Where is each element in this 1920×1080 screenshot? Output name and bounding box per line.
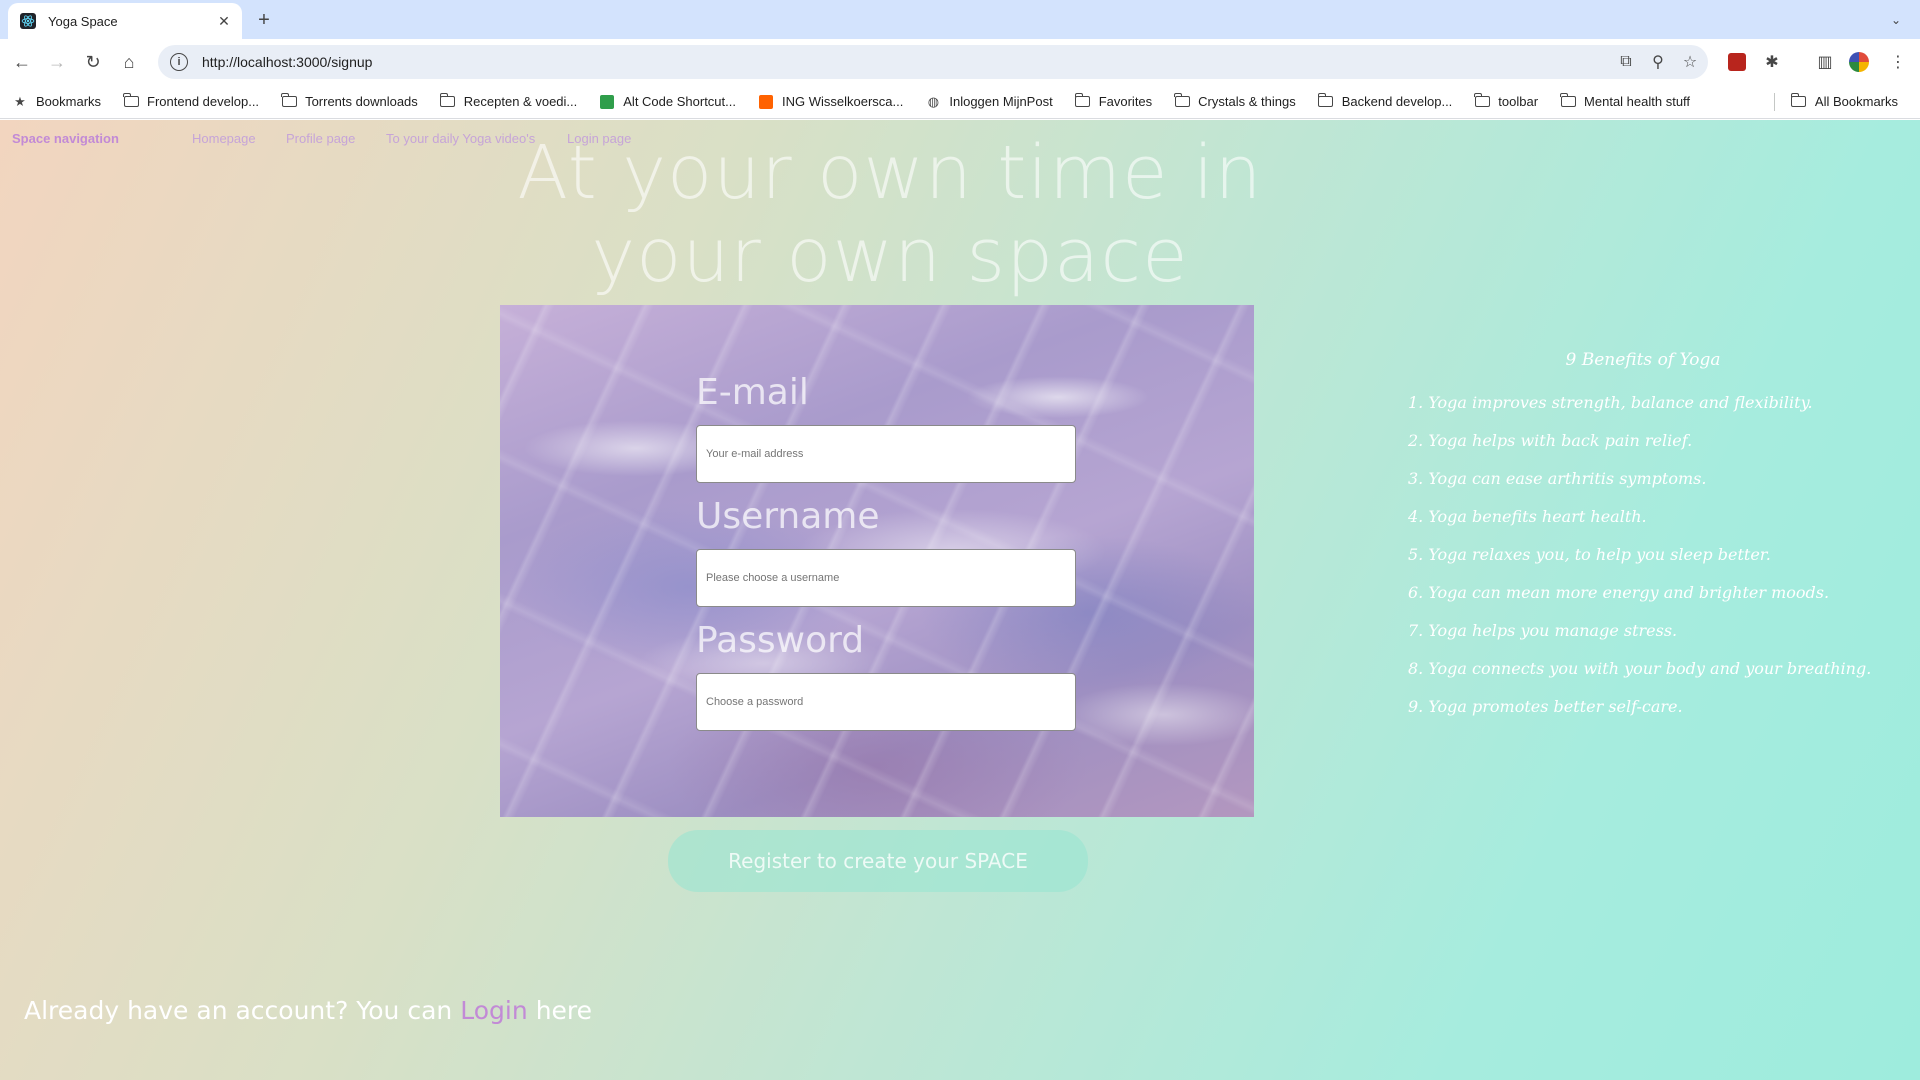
folder-icon <box>1074 93 1091 110</box>
chevron-down-icon[interactable]: ⌄ <box>1884 8 1908 32</box>
bookmark-item[interactable]: Crystals & things <box>1174 93 1296 110</box>
list-item: 5. Yoga relaxes you, to help you sleep b… <box>1408 545 1771 564</box>
tab-title: Yoga Space <box>48 13 118 29</box>
nav-brand[interactable]: Space navigation <box>12 131 119 146</box>
site-icon <box>758 94 774 110</box>
bookmark-item[interactable]: Frontend develop... <box>122 93 259 110</box>
page-viewport: Space navigation Homepage Profile page T… <box>0 120 1920 1080</box>
list-item: 6. Yoga can mean more energy and brighte… <box>1408 583 1830 602</box>
tab-strip: Yoga Space ✕ + ⌄ <box>0 0 1920 39</box>
reload-icon[interactable]: ↻ <box>78 47 108 77</box>
back-arrow-icon[interactable]: ← <box>7 47 37 77</box>
page-headline: At your own time in your own space <box>517 130 1263 299</box>
bookmark-item[interactable]: ING Wisselkoersca... <box>758 94 903 110</box>
menu-dots-icon[interactable]: ⋮ <box>1885 49 1911 75</box>
bookmark-item[interactable]: Recepten & voedi... <box>439 93 577 110</box>
bookmarks-divider <box>1773 92 1775 111</box>
url-text[interactable]: http://localhost:3000/signup <box>202 54 1612 70</box>
list-item: 7. Yoga helps you manage stress. <box>1408 621 1678 640</box>
site-icon <box>599 94 615 110</box>
new-tab-icon[interactable]: + <box>252 8 276 32</box>
close-tab-icon[interactable]: ✕ <box>214 11 234 31</box>
bookmark-item[interactable]: Torrents downloads <box>280 93 418 110</box>
browser-tab[interactable]: Yoga Space ✕ <box>8 3 242 39</box>
bookmark-item[interactable]: toolbar <box>1474 93 1538 110</box>
email-label: E-mail <box>696 372 809 413</box>
home-icon[interactable]: ⌂ <box>114 47 144 77</box>
site-info-icon[interactable]: i <box>170 53 188 71</box>
folder-icon <box>1474 93 1490 110</box>
folder-icon <box>1317 93 1334 110</box>
address-bar[interactable]: i http://localhost:3000/signup ⧉ ⚲ ☆ <box>158 45 1708 79</box>
password-label: Password <box>696 620 865 661</box>
username-field[interactable] <box>696 549 1076 607</box>
list-item: 2. Yoga helps with back pain relief. <box>1408 431 1693 450</box>
username-label: Username <box>696 496 880 537</box>
all-bookmarks-button[interactable]: All Bookmarks <box>1790 93 1898 110</box>
login-prompt-suffix: here <box>535 996 593 1025</box>
globe-icon: ◍ <box>927 93 940 109</box>
bookmark-item[interactable]: Favorites <box>1074 93 1152 110</box>
react-icon <box>20 13 36 29</box>
bookmark-item[interactable]: Backend develop... <box>1317 93 1452 110</box>
list-item: 8. Yoga connects you with your body and … <box>1408 659 1872 678</box>
bookmark-item[interactable]: Mental health stuff <box>1559 93 1690 110</box>
side-panel-icon[interactable]: ▥ <box>1812 49 1838 75</box>
email-field[interactable] <box>696 425 1076 483</box>
login-prompt-text: Already have an account? You can <box>24 996 453 1025</box>
benefits-list: 9 Benefits of Yoga 1. Yoga improves stre… <box>1408 350 1888 726</box>
password-field[interactable] <box>696 673 1076 731</box>
bookmark-item[interactable]: ★ Bookmarks <box>12 94 101 110</box>
bookmark-item[interactable]: ◍ Inloggen MijnPost <box>925 93 1053 110</box>
folder-icon <box>1790 93 1807 110</box>
folder-icon <box>439 93 456 110</box>
list-item: 3. Yoga can ease arthritis symptoms. <box>1408 469 1707 488</box>
nav-link-profile[interactable]: Profile page <box>286 131 355 146</box>
list-item: 9. Yoga promotes better self-care. <box>1408 697 1683 716</box>
bookmark-star-icon[interactable]: ☆ <box>1676 48 1704 76</box>
folder-icon <box>1559 93 1576 110</box>
register-button[interactable]: Register to create your SPACE <box>668 830 1088 892</box>
bookmarks-bar: ★ Bookmarks Frontend develop... Torrents … <box>0 85 1920 119</box>
star-icon: ★ <box>14 93 26 109</box>
folder-icon <box>280 93 297 110</box>
zoom-icon[interactable]: ⚲ <box>1644 48 1672 76</box>
profile-avatar-icon[interactable] <box>1846 49 1872 75</box>
open-in-app-icon[interactable]: ⧉ <box>1612 48 1640 76</box>
nav-link-homepage[interactable]: Homepage <box>192 131 256 146</box>
login-link[interactable]: Login <box>460 996 527 1025</box>
forward-arrow-icon[interactable]: → <box>42 47 72 77</box>
extension-red-icon[interactable] <box>1724 49 1750 75</box>
bookmark-item[interactable]: Alt Code Shortcut... <box>599 94 736 110</box>
folder-icon <box>1174 93 1190 110</box>
login-prompt: Already have an account? You can Login her… <box>24 996 592 1025</box>
browser-toolbar: ← → ↻ ⌂ i http://localhost:3000/signup ⧉… <box>0 39 1920 85</box>
list-item: 4. Yoga benefits heart health. <box>1408 507 1647 526</box>
benefits-title: 9 Benefits of Yoga <box>1565 350 1721 370</box>
list-item: 1. Yoga improves strength, balance and f… <box>1408 393 1813 412</box>
folder-icon <box>122 93 139 110</box>
extensions-puzzle-icon[interactable]: ✱ <box>1759 49 1785 75</box>
